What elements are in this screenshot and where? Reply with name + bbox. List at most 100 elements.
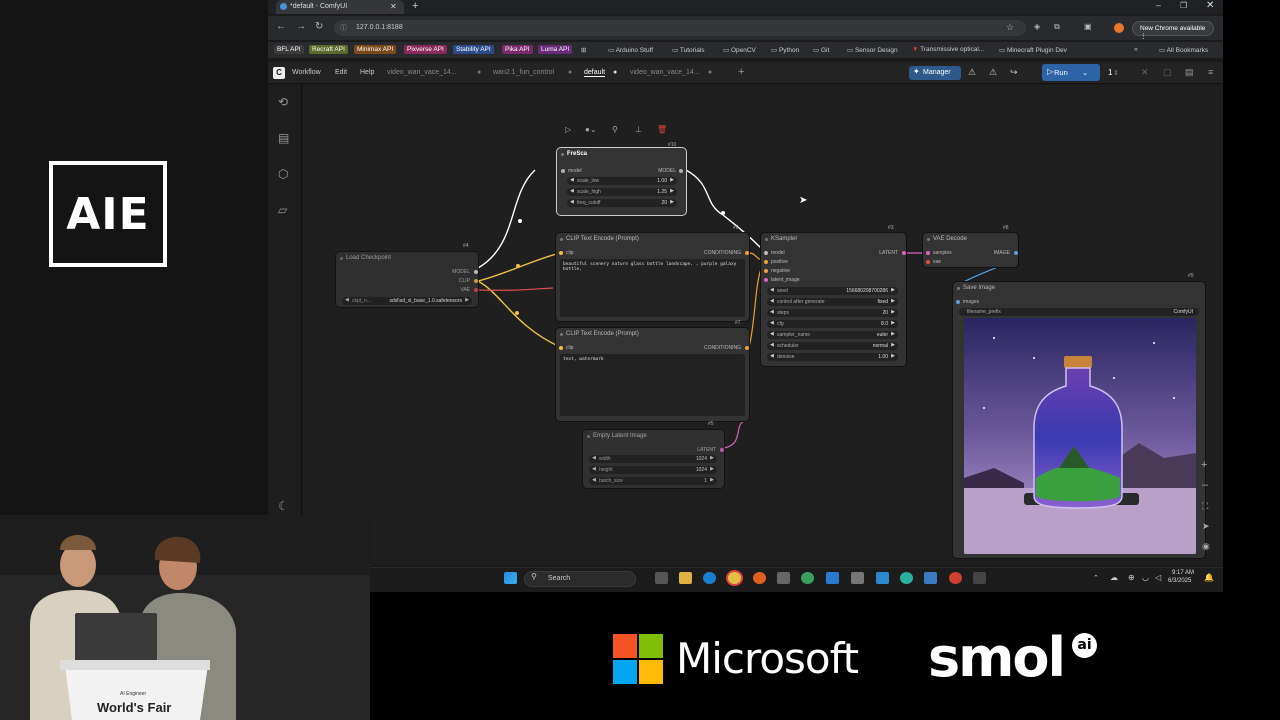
chrome-icon[interactable] — [728, 572, 741, 584]
bookmark-folder-tutorials[interactable]: ▭ Tutorials — [672, 46, 705, 54]
widget-cfg[interactable]: ◀ cfg 8.0 ▶ — [767, 320, 898, 328]
node-canvas[interactable]: ▷ ●⌄ ⚲ ⊥ 🗑 FreSca model MODEL ◀ scale_low… — [303, 85, 1223, 565]
puzzle-icon[interactable]: ⧉ — [1054, 22, 1060, 32]
minimize-icon[interactable]: – — [1156, 0, 1161, 10]
toolbar-icon-2[interactable]: ⚠ — [989, 67, 997, 78]
node-vae-decode[interactable]: VAE Decode samples vae IMAGE — [923, 233, 1018, 267]
sidepanel-icon[interactable]: ▣ — [1084, 22, 1092, 31]
slot-latent-out[interactable]: LATENT — [697, 447, 716, 453]
zoom-in-icon[interactable]: + — [1201, 459, 1207, 471]
notification-icon[interactable]: 🔔 — [1204, 573, 1214, 582]
windows-start-icon[interactable] — [504, 572, 517, 584]
color-icon[interactable]: ●⌄ — [585, 125, 597, 134]
close-tab-icon[interactable]: ✕ — [390, 2, 397, 11]
slot-image-out[interactable]: IMAGE — [994, 250, 1010, 256]
reload-icon[interactable]: ↻ — [315, 21, 323, 32]
menu-edit[interactable]: Edit — [335, 69, 347, 76]
node-ksampler[interactable]: KSampler model positive negative latent_… — [761, 233, 906, 366]
prompt-textarea[interactable]: beautiful scenery nature glass bottle la… — [560, 259, 745, 317]
volume-icon[interactable]: ◁ — [1155, 573, 1161, 582]
clock-date[interactable]: 6/3/2025 — [1168, 578, 1191, 584]
node-clip-negative[interactable]: CLIP Text Encode (Prompt) clip CONDITION… — [556, 328, 749, 421]
app-icon-2[interactable] — [924, 572, 937, 584]
history-icon[interactable]: ⟲ — [278, 95, 288, 109]
model-library-icon[interactable]: ⬡ — [278, 167, 288, 181]
widget-scale-low[interactable]: ◀ scale_low 1.00 ▶ — [567, 177, 677, 185]
hamburger-icon[interactable]: ≡ — [1208, 67, 1213, 77]
widget-ckpt-name[interactable]: ◀ ckpt_n... sdxl\sd_xl_base_1.0.safetensor… — [342, 297, 472, 305]
browser-tab[interactable]: *default - ComfyUI — [276, 0, 404, 14]
site-info-icon[interactable]: ⓘ — [340, 23, 347, 33]
slot-vae-out[interactable]: VAE — [460, 287, 470, 293]
forward-icon[interactable]: → — [296, 21, 306, 32]
bookmark-folder-arduino[interactable]: ▭ Arduino Stuff — [608, 46, 653, 54]
store-icon[interactable] — [777, 572, 790, 584]
bookmark-transmissive[interactable]: ▼ Transmissive optical... — [912, 46, 984, 53]
cloud-icon[interactable]: ☁ — [1110, 573, 1118, 582]
more-bookmarks-icon[interactable]: » — [1134, 46, 1138, 53]
slot-positive[interactable]: positive — [771, 259, 788, 265]
profile-avatar[interactable] — [1114, 23, 1124, 33]
slot-model-out[interactable]: MODEL — [658, 168, 676, 174]
node-library-icon[interactable]: ▤ — [278, 131, 289, 145]
back-icon[interactable]: ← — [276, 21, 286, 32]
taskbar-search[interactable]: Search — [524, 571, 636, 587]
zoom-out-icon[interactable]: – — [1202, 479, 1208, 491]
app-icon-4[interactable] — [973, 572, 986, 584]
bookmark-minimax[interactable]: Minimax API — [354, 45, 397, 54]
workflow-tab-default[interactable]: default — [584, 69, 606, 77]
select-mode-icon[interactable]: ➤ — [1202, 521, 1210, 532]
widget-batch-size[interactable]: ◀ batch_size 1 ▶ — [589, 477, 717, 485]
node-fresca[interactable]: FreSca model MODEL ◀ scale_low 1.00 ▶ ◀ scal… — [557, 148, 686, 215]
cancel-icon[interactable]: ✕ — [1141, 67, 1149, 78]
language-icon[interactable]: ⊕ — [1128, 573, 1135, 582]
slot-vae[interactable]: vae — [933, 259, 941, 265]
widget-height[interactable]: ◀ height 1024 ▶ — [589, 466, 717, 474]
bookmark-recraft[interactable]: Recraft API — [309, 45, 348, 54]
menu-help[interactable]: Help — [360, 69, 374, 76]
generated-image-preview[interactable] — [964, 318, 1196, 554]
bookmark-stability[interactable]: Stability API — [453, 45, 494, 54]
widget-steps[interactable]: ◀ steps 20 ▶ — [767, 309, 898, 317]
task-view-icon[interactable] — [655, 572, 668, 584]
widget-width[interactable]: ◀ width 1024 ▶ — [589, 455, 717, 463]
bypass-icon[interactable]: ⚲ — [612, 125, 618, 134]
slot-clip-out[interactable]: CLIP — [459, 278, 470, 284]
node-load-checkpoint[interactable]: Load Checkpoint MODEL CLIP VAE ◀ ckpt_n..… — [336, 252, 478, 307]
slot-model[interactable]: model — [568, 168, 582, 174]
apps-grid-icon[interactable]: ⊞ — [581, 46, 586, 54]
panel-icon[interactable]: ▤ — [1185, 67, 1194, 78]
clock-time[interactable]: 9:17 AM — [1172, 570, 1194, 576]
bookmark-pixverse[interactable]: Pixverse API — [404, 45, 447, 54]
bookmark-folder-opencv[interactable]: ▭ OpenCV — [723, 46, 756, 54]
window-close-icon[interactable]: ✕ — [1206, 0, 1214, 11]
delete-icon[interactable]: 🗑 — [657, 125, 667, 134]
share-icon[interactable]: ↪ — [1010, 67, 1018, 78]
new-tab-icon[interactable]: + — [412, 0, 418, 12]
slot-model-out[interactable]: MODEL — [452, 269, 470, 275]
queue-icon[interactable]: ▢ — [1163, 67, 1172, 78]
bookmark-pika[interactable]: Pika API — [502, 45, 533, 54]
prompt-textarea[interactable]: text, watermark — [560, 354, 745, 416]
widget-filename-prefix[interactable]: filename_prefix ComfyUI — [959, 308, 1199, 316]
slot-clip[interactable]: clip — [566, 250, 574, 256]
slack-icon[interactable] — [801, 572, 814, 584]
stepper-icon[interactable]: ⇕ — [1113, 69, 1119, 77]
file-explorer-icon[interactable] — [679, 572, 692, 584]
toolbar-icon-1[interactable]: ⚠ — [968, 67, 976, 78]
slot-images[interactable]: images — [963, 299, 979, 305]
widget-seed[interactable]: ◀ seed 156680208700286 ▶ — [767, 287, 898, 295]
app-icon-3[interactable] — [949, 572, 962, 584]
pin-icon[interactable]: ⊥ — [635, 125, 642, 134]
widget-freq-cutoff[interactable]: ◀ freq_cutoff 20 ▶ — [567, 199, 677, 207]
slot-conditioning-out[interactable]: CONDITIONING — [704, 345, 741, 351]
photos-icon[interactable] — [876, 572, 889, 584]
workflows-icon[interactable]: ▱ — [278, 203, 287, 217]
theme-toggle-icon[interactable]: ☾ — [278, 499, 289, 513]
chevron-down-icon[interactable]: ⌄ — [1082, 68, 1088, 77]
visibility-icon[interactable]: ◉ — [1202, 541, 1210, 552]
widget-denoise[interactable]: ◀ denoise 1.00 ▶ — [767, 353, 898, 361]
star-icon[interactable]: ☆ — [1006, 22, 1014, 33]
terminal-icon[interactable] — [851, 572, 864, 584]
bookmark-folder-git[interactable]: ▭ Git — [813, 46, 829, 54]
